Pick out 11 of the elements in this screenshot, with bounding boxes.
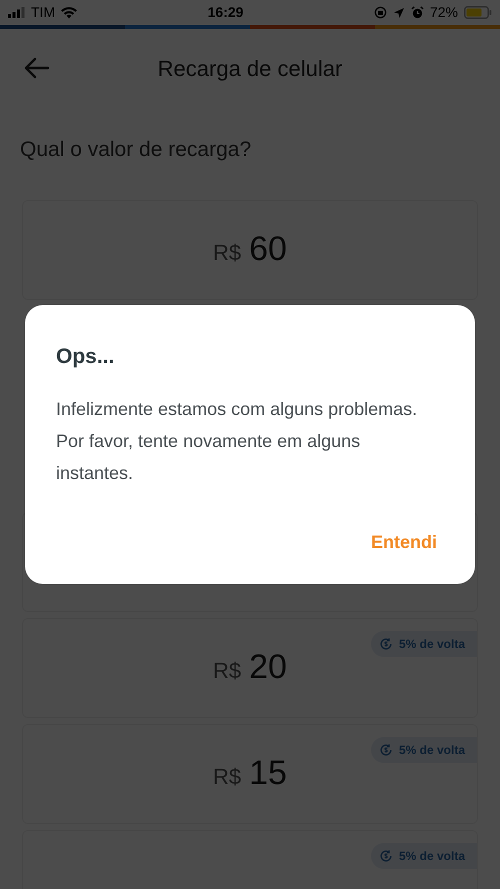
page-title: Recarga de celular xyxy=(158,54,342,83)
amount-value: 15 xyxy=(249,753,287,794)
dialog-title: Ops... xyxy=(56,344,116,370)
dialog-message: Infelizmente estamos com alguns problemas. Por favor, tente novamente em alguns instantes. xyxy=(56,398,418,484)
clock-time: 16:29 xyxy=(208,3,244,22)
carrier-name: TIM xyxy=(31,3,56,22)
battery-percent: 72% xyxy=(430,3,458,22)
understood-button[interactable]: Entendi xyxy=(371,529,437,556)
amount-value: 20 xyxy=(249,647,287,688)
amount-value: 60 xyxy=(249,229,287,270)
question-text: Qual o valor de recarga? xyxy=(19,137,252,163)
